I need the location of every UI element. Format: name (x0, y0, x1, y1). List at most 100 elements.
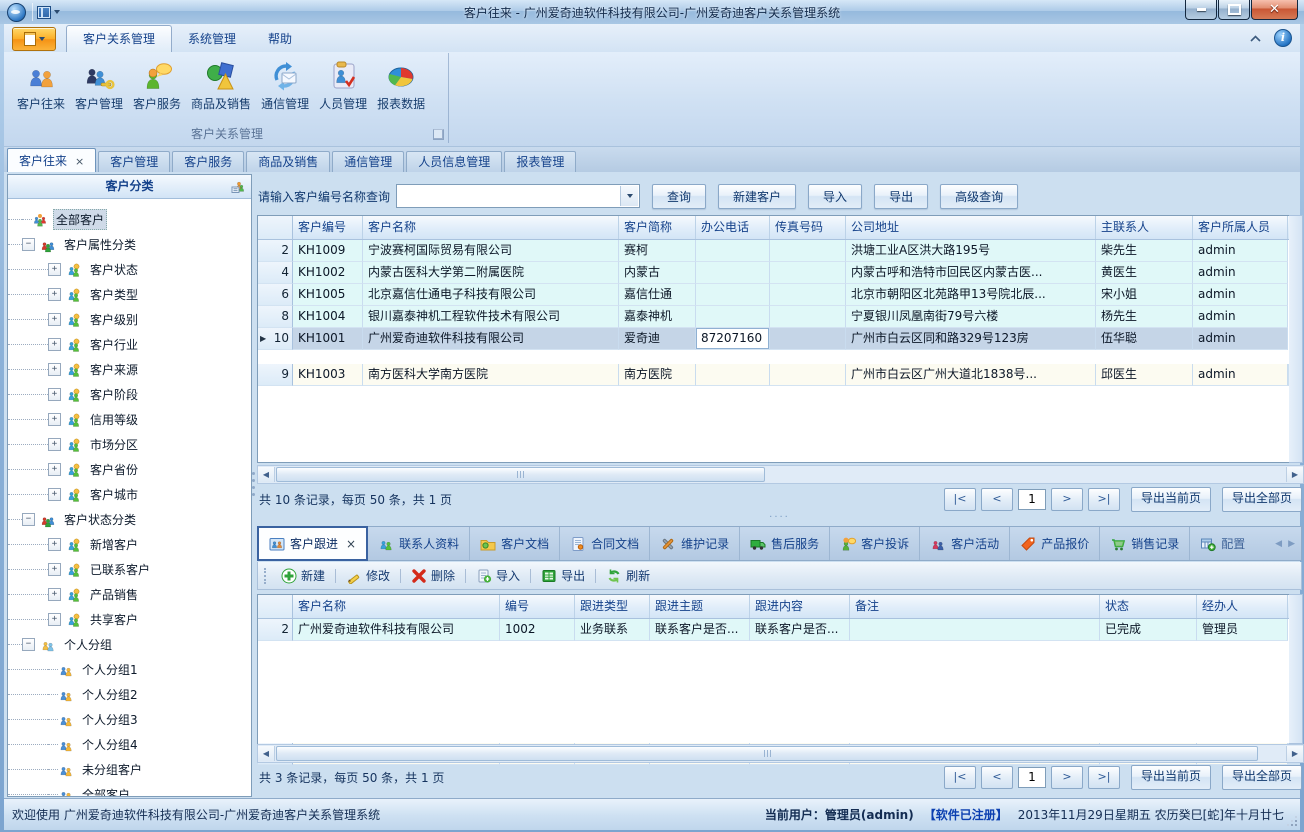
tree-item-4[interactable]: +客户级别 (8, 307, 251, 332)
expand-icon[interactable]: + (48, 313, 61, 326)
detail-tab-10[interactable]: 配置 (1190, 527, 1255, 560)
ribbon-tab-2[interactable]: 帮助 (252, 26, 308, 52)
next-page-button[interactable]: > (1051, 766, 1083, 789)
person-list-icon[interactable] (230, 178, 246, 194)
doc-tab-2[interactable]: 客户服务 (172, 151, 244, 173)
tree-item-8[interactable]: +信用等级 (8, 407, 251, 432)
first-page-button[interactable]: |< (944, 766, 976, 789)
tree-item-15[interactable]: +产品销售 (8, 582, 251, 607)
quick-access-toolbar[interactable] (32, 3, 66, 21)
expand-icon[interactable]: + (48, 263, 61, 276)
expand-icon[interactable]: + (48, 538, 61, 551)
tree-item-18[interactable]: 个人分组1 (8, 657, 251, 682)
column-header[interactable]: 主联系人 (1096, 216, 1193, 239)
scroll-left-arrow[interactable]: ◀ (258, 467, 275, 482)
close-button[interactable]: ✕ (1251, 0, 1298, 20)
application-menu-button[interactable] (12, 27, 56, 51)
ribbon-button-5[interactable]: 人员管理 (314, 57, 372, 115)
app-icon[interactable] (7, 3, 26, 22)
expand-icon[interactable]: + (48, 338, 61, 351)
column-header[interactable]: 客户编号 (293, 216, 363, 239)
tree-item-0[interactable]: 全部客户 (8, 207, 251, 232)
resize-grip[interactable] (1287, 816, 1297, 826)
tab-scroll-left-arrow[interactable]: ◀ (1275, 539, 1282, 549)
column-header[interactable]: 编号 (500, 595, 575, 618)
tree-item-23[interactable]: 全部客户 (8, 782, 251, 796)
tree-item-12[interactable]: −客户状态分类 (8, 507, 251, 532)
tree-item-14[interactable]: +已联系客户 (8, 557, 251, 582)
doc-tab-5[interactable]: 人员信息管理 (406, 151, 502, 173)
search-button-0[interactable]: 查询 (652, 184, 706, 209)
tree-item-7[interactable]: +客户阶段 (8, 382, 251, 407)
tree-item-5[interactable]: +客户行业 (8, 332, 251, 357)
last-page-button[interactable]: >| (1088, 766, 1120, 789)
collapse-icon[interactable]: − (22, 513, 35, 526)
tree-item-1[interactable]: −客户属性分类 (8, 232, 251, 257)
table-row[interactable]: 8KH1004银川嘉泰神机工程软件技术有限公司嘉泰神机宁夏银川凤凰南街79号六楼… (258, 306, 1290, 328)
table-row[interactable]: 6KH1005北京嘉信仕通电子科技有限公司嘉信仕通北京市朝阳区北苑路甲13号院北… (258, 284, 1290, 306)
ribbon-button-0[interactable]: 客户往来 (12, 57, 70, 115)
toolbar-button-0[interactable]: 新建 (275, 567, 331, 584)
tree-item-2[interactable]: +客户状态 (8, 257, 251, 282)
toolbar-button-5[interactable]: 刷新 (600, 567, 656, 584)
table-row[interactable]: 2KH1009宁波赛柯国际贸易有限公司赛柯洪塘工业A区洪大路195号柴先生adm… (258, 240, 1290, 262)
expand-icon[interactable]: + (48, 413, 61, 426)
ribbon-button-2[interactable]: 客户服务 (128, 57, 186, 115)
minimize-button[interactable] (1185, 0, 1217, 20)
search-button-3[interactable]: 导出 (874, 184, 928, 209)
detail-tab-1[interactable]: 联系人资料 (368, 527, 470, 560)
detail-tab-3[interactable]: 合同文档 (560, 527, 650, 560)
toolbar-button-1[interactable]: 修改 (340, 567, 396, 584)
scroll-right-arrow[interactable]: ▶ (1286, 746, 1303, 761)
column-header[interactable]: 状态 (1100, 595, 1197, 618)
expand-icon[interactable]: + (48, 288, 61, 301)
table-row[interactable]: 2广州爱奇迪软件科技有限公司1002业务联系联系客户是否...联系客户是否...… (258, 619, 1290, 641)
tree-item-3[interactable]: +客户类型 (8, 282, 251, 307)
tree-item-22[interactable]: 未分组客户 (8, 757, 251, 782)
doc-tab-6[interactable]: 报表管理 (504, 151, 576, 173)
doc-tab-0[interactable]: 客户往来× (7, 148, 96, 173)
column-header[interactable]: 客户名称 (293, 595, 500, 618)
detail-tab-6[interactable]: 客户投诉 (830, 527, 920, 560)
expand-icon[interactable]: + (48, 613, 61, 626)
tab-close-icon[interactable]: × (346, 537, 356, 551)
expand-icon[interactable]: + (48, 588, 61, 601)
tree-item-17[interactable]: −个人分组 (8, 632, 251, 657)
column-header[interactable]: 跟进主题 (650, 595, 750, 618)
doc-tab-3[interactable]: 商品及销售 (246, 151, 330, 173)
prev-page-button[interactable]: < (981, 766, 1013, 789)
tree-item-11[interactable]: +客户城市 (8, 482, 251, 507)
collapse-icon[interactable]: − (22, 238, 35, 251)
table-row[interactable]: ▶10KH1001广州爱奇迪软件科技有限公司爱奇迪87207160广州市白云区同… (258, 328, 1290, 350)
column-header[interactable]: 公司地址 (846, 216, 1096, 239)
expand-icon[interactable]: + (48, 388, 61, 401)
detail-tab-9[interactable]: 销售记录 (1100, 527, 1190, 560)
column-header[interactable]: 客户简称 (619, 216, 696, 239)
tree-item-9[interactable]: +市场分区 (8, 432, 251, 457)
search-input[interactable] (400, 187, 619, 205)
column-header[interactable]: 客户名称 (363, 216, 619, 239)
column-header[interactable] (258, 216, 293, 239)
horizontal-splitter[interactable]: ···· (257, 513, 1302, 525)
expand-icon[interactable]: + (48, 363, 61, 376)
tree-item-21[interactable]: 个人分组4 (8, 732, 251, 757)
vertical-scrollbar[interactable] (1289, 215, 1303, 463)
tab-close-icon[interactable]: × (75, 155, 84, 168)
search-button-4[interactable]: 高级查询 (940, 184, 1018, 209)
ribbon-button-3[interactable]: 商品及销售 (186, 57, 256, 115)
collapse-ribbon-button[interactable] (1246, 30, 1264, 46)
column-header[interactable]: 经办人 (1197, 595, 1288, 618)
scrollbar-thumb[interactable] (276, 467, 765, 482)
registered-link[interactable]: 【软件已注册】 (924, 806, 1008, 823)
detail-tab-2[interactable]: 客户文档 (470, 527, 560, 560)
search-button-2[interactable]: 导入 (808, 184, 862, 209)
page-number-input[interactable] (1018, 489, 1046, 510)
detail-tab-7[interactable]: 客户活动 (920, 527, 1010, 560)
ribbon-button-4[interactable]: 通信管理 (256, 57, 314, 115)
toolbar-button-4[interactable]: 导出 (535, 567, 591, 584)
page-number-input[interactable] (1018, 767, 1046, 788)
vertical-scrollbar[interactable] (1289, 594, 1303, 744)
tree-item-6[interactable]: +客户来源 (8, 357, 251, 382)
prev-page-button[interactable]: < (981, 488, 1013, 511)
tree-item-13[interactable]: +新增客户 (8, 532, 251, 557)
